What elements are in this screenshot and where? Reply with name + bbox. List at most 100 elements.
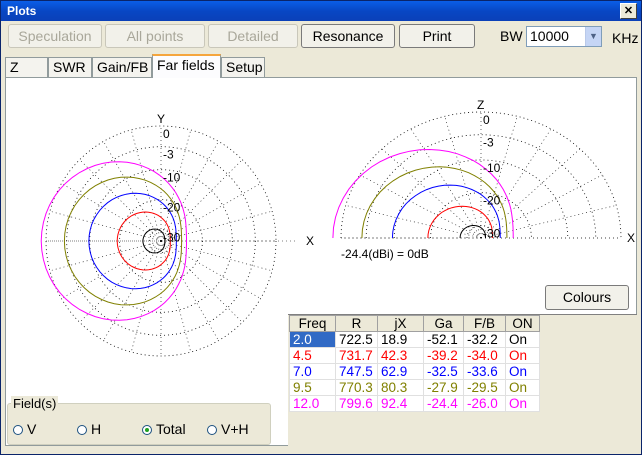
cell-ga: -52.1 <box>423 331 464 348</box>
table-header-row: Freq R jX Ga F/B ON <box>289 315 540 332</box>
radio-h-label: H <box>91 421 102 437</box>
ring-label: 0 <box>163 127 170 141</box>
grid-spoke <box>103 141 162 242</box>
cell-on: On <box>505 363 540 380</box>
tab-z[interactable]: Z <box>5 57 48 77</box>
radio-v-plus-h[interactable]: V+H <box>207 421 249 437</box>
cell-jx: 42.3 <box>377 347 424 364</box>
ring-label: -3 <box>163 148 174 162</box>
radio-v-plus-h-label: V+H <box>221 421 249 437</box>
fields-title: Field(s) <box>11 396 59 411</box>
bw-select[interactable]: 10000 ▼ <box>526 26 602 47</box>
cell-freq: 12.0 <box>289 395 336 412</box>
cell-freq: 7.0 <box>289 363 336 380</box>
colours-button[interactable]: Colours <box>545 285 629 310</box>
radio-selected-icon <box>142 425 152 435</box>
radio-v-label: V <box>27 421 37 437</box>
table-row[interactable]: 2.0 722.5 18.9 -52.1 -32.2 On <box>289 331 540 348</box>
tab-setup[interactable]: Setup <box>221 57 265 77</box>
cell-fb: -33.6 <box>463 363 506 380</box>
cell-fb: -26.0 <box>463 395 506 412</box>
header-ga[interactable]: Ga <box>423 315 464 332</box>
cell-jx: 92.4 <box>377 395 424 412</box>
cell-ga: -24.4 <box>423 395 464 412</box>
grid-spoke <box>444 116 482 239</box>
cell-freq: 2.0 <box>289 331 336 348</box>
results-table-container: Freq R jX Ga F/B ON 2.0 722.5 18.9 -52.1 -32… <box>288 314 637 446</box>
radio-h[interactable]: H <box>77 421 101 437</box>
all-points-button[interactable]: All points <box>105 24 205 48</box>
tab-gain-fb[interactable]: Gain/FB <box>92 57 152 77</box>
ring-label: -30 <box>163 231 181 245</box>
grid-ring <box>393 159 569 239</box>
cell-r: 799.6 <box>335 395 378 412</box>
cell-jx: 80.3 <box>377 379 424 396</box>
axis-y-label: Y <box>157 112 165 126</box>
cell-fb: -32.2 <box>463 331 506 348</box>
cell-ga: -32.5 <box>423 363 464 380</box>
header-jx[interactable]: jX <box>377 315 424 332</box>
table-row[interactable]: 4.5 731.7 42.3 -39.2 -34.0 On <box>289 347 540 364</box>
cell-on: On <box>505 379 540 396</box>
cell-r: 731.7 <box>335 347 378 364</box>
cell-on: On <box>505 331 540 348</box>
cell-fb: -34.0 <box>463 347 506 364</box>
ring-label: -10 <box>163 171 181 185</box>
bw-label: BW <box>500 28 523 44</box>
results-table: Freq R jX Ga F/B ON 2.0 722.5 18.9 -52.1 -32… <box>289 315 540 412</box>
ring-label: 0 <box>483 113 490 127</box>
reference-note: -24.4(dBi) = 0dB <box>341 247 429 261</box>
ring-label: -20 <box>163 201 181 215</box>
cell-on: On <box>505 395 540 412</box>
cell-ga: -39.2 <box>423 347 464 364</box>
resonance-button[interactable]: Resonance <box>301 24 395 48</box>
grid-spoke <box>160 240 243 323</box>
tab-swr[interactable]: SWR <box>48 57 92 77</box>
cell-fb: -29.5 <box>463 379 506 396</box>
ring-label: -30 <box>483 226 501 240</box>
header-freq[interactable]: Freq <box>289 315 336 332</box>
cell-freq: 9.5 <box>289 379 336 396</box>
close-button[interactable]: ✕ <box>620 3 637 19</box>
cell-r: 747.5 <box>335 363 378 380</box>
chevron-down-icon[interactable]: ▼ <box>585 27 601 46</box>
ring-label: -20 <box>483 194 501 208</box>
elevation-plot: 0 -3 -10 -20 -30 Z X -24.4(dBi) = 0dB <box>332 98 635 261</box>
title-bar[interactable]: Plots ✕ <box>1 1 641 21</box>
radio-total-label: Total <box>156 421 186 437</box>
grid-spoke <box>160 240 219 341</box>
cell-r: 770.3 <box>335 379 378 396</box>
header-fb[interactable]: F/B <box>463 315 506 332</box>
table-row[interactable]: 9.5 770.3 80.3 -27.9 -29.5 On <box>289 379 540 396</box>
tab-far-fields[interactable]: Far fields <box>152 54 221 78</box>
table-row[interactable]: 12.0 799.6 92.4 -24.4 -26.0 On <box>289 395 540 412</box>
cell-r: 722.5 <box>335 331 378 348</box>
ring-label: -10 <box>483 161 501 175</box>
axis-x-label: X <box>306 234 314 248</box>
grid-spoke <box>410 128 482 239</box>
cell-on: On <box>505 347 540 364</box>
grid-spoke <box>480 205 617 239</box>
grid-ring <box>340 111 622 239</box>
window-title: Plots <box>7 4 37 18</box>
axis-x-label: X <box>627 231 635 245</box>
grid-ring <box>365 134 597 239</box>
speculation-button[interactable]: Speculation <box>8 24 102 48</box>
detailed-button[interactable]: Detailed <box>208 24 298 48</box>
radio-v[interactable]: V <box>13 421 36 437</box>
bw-value: 10000 <box>530 28 569 44</box>
grid-spoke <box>103 240 162 341</box>
ring-label: -3 <box>483 136 494 150</box>
radio-circle-icon <box>77 425 87 435</box>
header-on[interactable]: ON <box>505 315 540 332</box>
table-row[interactable]: 7.0 747.5 62.9 -32.5 -33.6 On <box>289 363 540 380</box>
print-button[interactable]: Print <box>399 24 475 48</box>
cell-ga: -27.9 <box>423 379 464 396</box>
header-r[interactable]: R <box>335 315 378 332</box>
radio-total[interactable]: Total <box>142 421 186 437</box>
radio-circle-icon <box>207 425 217 435</box>
cell-jx: 18.9 <box>377 331 424 348</box>
axis-z-label: Z <box>477 98 484 112</box>
cell-jx: 62.9 <box>377 363 424 380</box>
plots-window: Plots ✕ Speculation All points Detailed … <box>0 0 642 455</box>
